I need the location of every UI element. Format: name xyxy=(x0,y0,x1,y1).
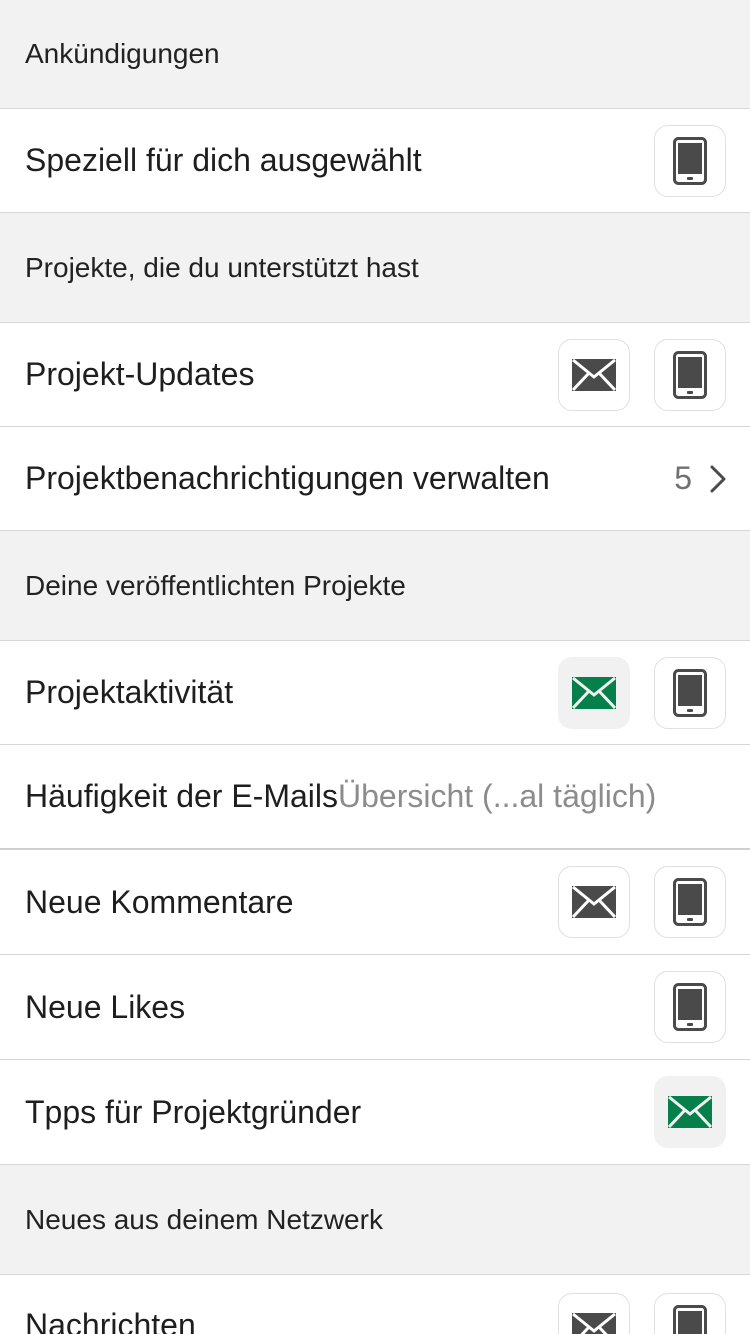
row-messages: Nachrichten xyxy=(0,1275,750,1334)
count-badge: 5 xyxy=(674,460,692,496)
envelope-icon xyxy=(572,886,616,918)
section-header-published: Deine veröffentlichten Projekte xyxy=(0,531,750,641)
phone-toggle-button[interactable] xyxy=(654,656,726,729)
section-header-backed: Projekte, die du unterstützt hast xyxy=(0,213,750,323)
email-toggle-button[interactable] xyxy=(558,866,630,938)
row-email-frequency[interactable]: Häufigkeit der E-Mails Übersicht (...al … xyxy=(0,745,750,850)
row-label: Tpps für Projektgründer xyxy=(25,1093,362,1130)
envelope-icon xyxy=(572,676,616,709)
phone-icon xyxy=(673,983,707,1031)
section-title: Projekte, die du unterstützt hast xyxy=(25,251,419,283)
phone-toggle-button[interactable] xyxy=(654,338,726,411)
chevron-right-icon xyxy=(710,465,726,493)
row-creator-tips: Tpps für Projektgründer xyxy=(0,1060,750,1165)
phone-icon xyxy=(673,878,707,926)
row-label: Neue Likes xyxy=(25,988,186,1025)
email-toggle-button[interactable] xyxy=(654,1076,726,1148)
row-special-for-you: Speziell für dich ausgewählt xyxy=(0,109,750,213)
notification-settings: Ankündigungen Speziell für dich ausgewäh… xyxy=(0,0,750,1334)
row-label: Neue Kommentare xyxy=(25,883,294,920)
phone-toggle-button[interactable] xyxy=(654,124,726,197)
row-label: Projektbenachrichtigungen verwalten xyxy=(25,460,550,496)
row-new-comments: Neue Kommentare xyxy=(0,850,750,955)
row-project-updates: Projekt-Updates xyxy=(0,323,750,427)
phone-toggle-button[interactable] xyxy=(654,1293,726,1334)
row-project-activity: Projektaktivität xyxy=(0,641,750,745)
envelope-icon xyxy=(668,1096,712,1128)
phone-toggle-button[interactable] xyxy=(654,971,726,1043)
email-toggle-button[interactable] xyxy=(558,1293,630,1334)
row-label: Projekt-Updates xyxy=(25,356,255,392)
row-label: Nachrichten xyxy=(25,1307,196,1334)
envelope-icon xyxy=(572,358,616,391)
section-title: Deine veröffentlichten Projekte xyxy=(25,569,406,601)
phone-icon xyxy=(673,350,707,399)
row-new-likes: Neue Likes xyxy=(0,955,750,1060)
email-toggle-button[interactable] xyxy=(558,656,630,729)
section-title: Ankündigungen xyxy=(25,38,220,69)
row-manage-project-notifications[interactable]: Projektbenachrichtigungen verwalten 5 xyxy=(0,427,750,531)
phone-toggle-button[interactable] xyxy=(654,866,726,938)
envelope-icon xyxy=(572,1313,616,1334)
phone-icon xyxy=(673,136,707,185)
row-label: Häufigkeit der E-Mails xyxy=(25,778,338,814)
section-title: Neues aus deinem Netzwerk xyxy=(25,1203,383,1235)
email-toggle-button[interactable] xyxy=(558,338,630,411)
section-header-network: Neues aus deinem Netzwerk xyxy=(0,1165,750,1275)
email-frequency-value: Übersicht (...al täglich) xyxy=(338,778,657,814)
row-label: Speziell für dich ausgewählt xyxy=(25,142,422,178)
section-header-announcements: Ankündigungen xyxy=(0,0,750,109)
row-label: Projektaktivität xyxy=(25,674,234,710)
phone-icon xyxy=(673,668,707,717)
phone-icon xyxy=(673,1305,707,1334)
